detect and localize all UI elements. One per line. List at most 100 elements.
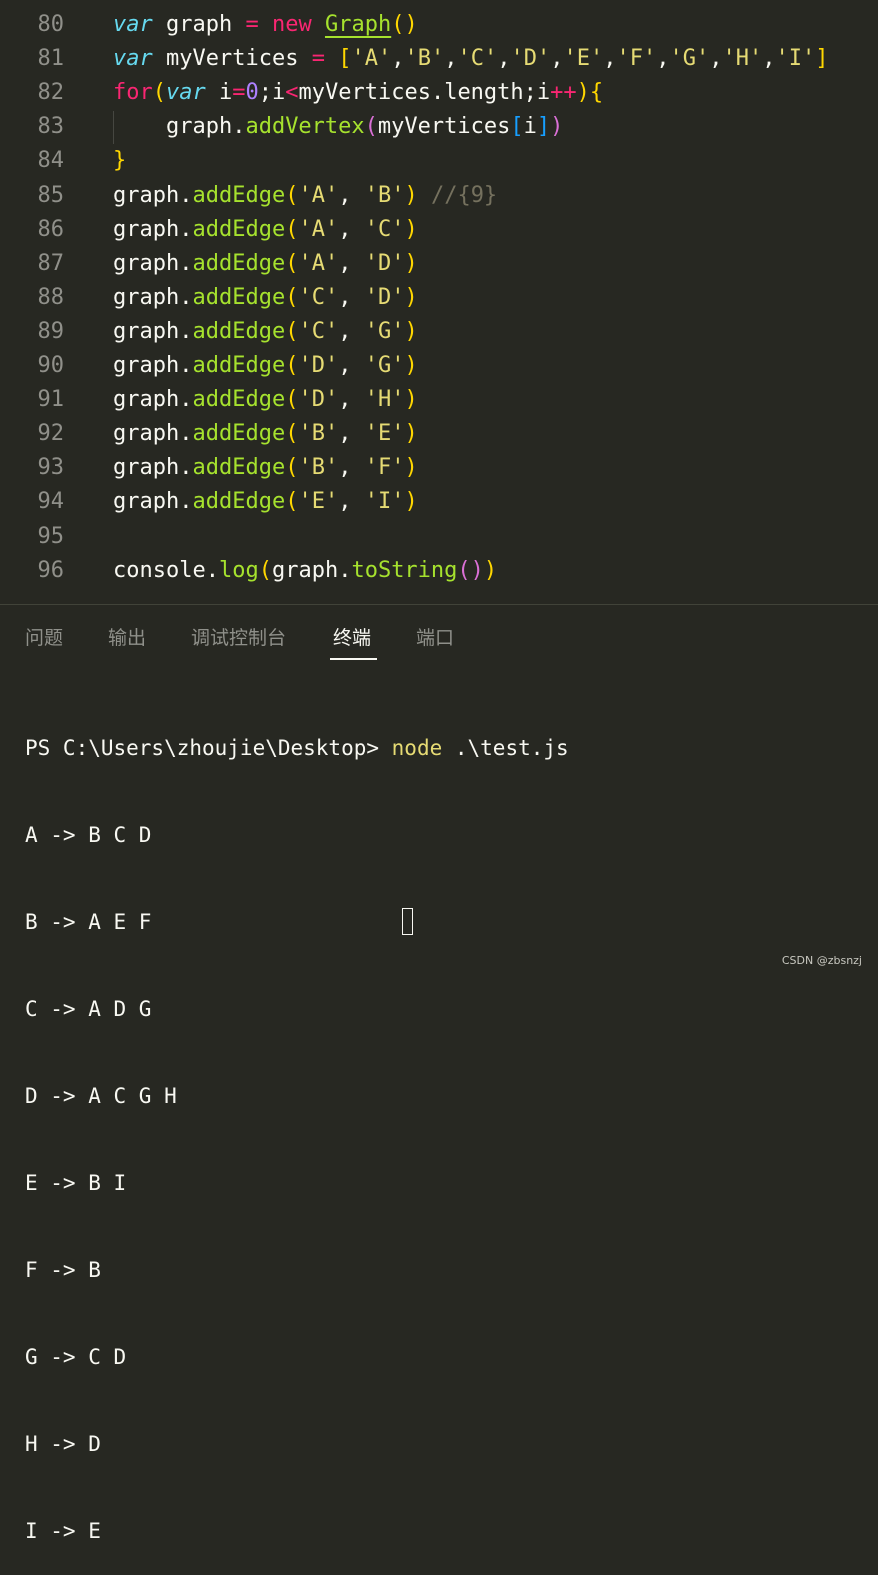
line-number: 82	[37, 80, 65, 106]
code-token: addEdge	[192, 489, 286, 515]
code-line[interactable]: 85 graph.addEdge('A', 'B') //{9}	[0, 179, 878, 213]
code-token: for	[113, 80, 153, 106]
code-token: ]	[815, 46, 829, 72]
code-line[interactable]: 80 var graph = new Graph()	[0, 8, 878, 42]
tab-terminal[interactable]: 终端	[333, 623, 371, 650]
code-line[interactable]: 81 var myVertices = ['A','B','C','D','E',…	[0, 42, 878, 76]
code-token: graph.	[113, 318, 193, 344]
code-token: console.	[113, 557, 219, 583]
code-token: ,	[338, 216, 365, 242]
terminal-output-line: H -> D	[25, 1432, 101, 1456]
code-line[interactable]: 87 graph.addEdge('A', 'D')	[0, 247, 878, 281]
line-number: 92	[37, 421, 65, 447]
code-token: addEdge	[192, 455, 286, 481]
code-token: 'B'	[298, 455, 339, 481]
code-token: 'D'	[364, 284, 405, 310]
code-token: graph.	[271, 557, 352, 583]
code-token: {	[589, 80, 604, 106]
code-token: 'A'	[351, 46, 392, 72]
code-token: ,	[709, 46, 723, 72]
code-token: (	[285, 489, 299, 515]
code-token: addEdge	[192, 250, 286, 276]
code-token: ,	[338, 284, 365, 310]
tab-output[interactable]: 输出	[108, 623, 146, 650]
code-token: (	[364, 114, 378, 140]
code-token: ,	[391, 46, 405, 72]
code-token: 'B'	[404, 46, 445, 72]
line-number: 81	[37, 46, 65, 72]
code-text: var myVertices = ['A','B','C','D','E','F…	[113, 42, 828, 76]
code-text: graph.addEdge('A', 'B') //{9}	[113, 179, 497, 213]
code-token: (	[285, 216, 299, 242]
code-token: addEdge	[192, 318, 286, 344]
code-line[interactable]: 82 for(var i=0;i<myVertices.length;i++){	[0, 76, 878, 110]
terminal-args: .\test.js	[442, 736, 569, 760]
line-number: 88	[37, 284, 65, 310]
code-token: [	[338, 46, 352, 72]
code-line[interactable]: 96 console.log(graph.toString())	[0, 554, 878, 588]
tab-ports[interactable]: 端口	[416, 623, 454, 650]
code-token: 'C'	[298, 318, 339, 344]
code-token: graph.	[113, 216, 193, 242]
code-token: 'D'	[298, 387, 339, 413]
code-token: 'D'	[298, 353, 339, 378]
code-text: graph.addEdge('D', 'G')	[113, 349, 418, 383]
line-number: 94	[37, 489, 65, 515]
code-line[interactable]: 92 graph.addEdge('B', 'E')	[0, 417, 878, 451]
code-token: 'C'	[298, 284, 339, 310]
code-line[interactable]: 84}	[0, 144, 878, 178]
code-token: ,	[444, 46, 458, 72]
code-token: Graph	[324, 12, 392, 37]
code-text: console.log(graph.toString())	[113, 554, 497, 588]
code-token: [	[510, 114, 524, 140]
code-token: graph	[152, 12, 246, 37]
code-line[interactable]: 94 graph.addEdge('E', 'I')	[0, 485, 878, 519]
code-text: graph.addVertex(myVertices[i])	[113, 110, 563, 144]
code-line[interactable]: 89 graph.addEdge('C', 'G')	[0, 315, 878, 349]
code-token: 'H'	[364, 387, 405, 413]
code-line[interactable]: 95	[0, 520, 878, 554]
line-number: 84	[37, 148, 65, 174]
code-text: graph.addEdge('B', 'F')	[113, 451, 418, 485]
tab-problems[interactable]: 问题	[25, 623, 63, 650]
code-line[interactable]: 86 graph.addEdge('A', 'C')	[0, 213, 878, 247]
code-token: 'H'	[722, 46, 763, 72]
code-line[interactable]: 93 graph.addEdge('B', 'F')	[0, 451, 878, 485]
code-token: (	[285, 284, 299, 310]
code-text: graph.addEdge('E', 'I')	[113, 485, 418, 519]
code-token: graph.	[113, 421, 193, 447]
code-token: =	[232, 80, 246, 106]
code-token: 'I'	[364, 489, 405, 515]
code-line[interactable]: 91 graph.addEdge('D', 'H')	[0, 383, 878, 417]
code-token: i	[523, 114, 537, 140]
code-token: log	[218, 557, 259, 583]
code-token: myVertices	[377, 114, 511, 140]
terminal-cursor	[402, 908, 413, 935]
code-line[interactable]: 90 graph.addEdge('D', 'G')	[0, 349, 878, 383]
code-token: (	[285, 182, 299, 208]
terminal-output[interactable]: PS C:\Users\zhoujie\Desktop> node .\test…	[25, 676, 569, 1575]
code-token: 'I'	[775, 46, 816, 72]
terminal-output-line: I -> E	[25, 1519, 101, 1543]
code-token: (	[285, 387, 299, 413]
code-token: 'E'	[364, 421, 405, 447]
code-token: graph.	[113, 182, 193, 208]
code-editor[interactable]: 80 var graph = new Graph() 81 var myVertice…	[0, 0, 878, 604]
terminal-output-line: F -> B	[25, 1258, 101, 1282]
code-token: ,	[338, 353, 365, 378]
code-token: )	[404, 387, 418, 413]
code-token: (	[285, 318, 299, 344]
terminal-output-line: D -> A C G H	[25, 1084, 177, 1108]
code-token: graph.	[113, 284, 193, 310]
code-token: ]	[536, 114, 551, 140]
code-token: <	[285, 80, 299, 106]
line-number: 90	[37, 353, 65, 378]
code-text: graph.addEdge('A', 'D')	[113, 247, 418, 281]
tab-debug-console[interactable]: 调试控制台	[191, 623, 286, 650]
code-token: graph.	[113, 250, 193, 276]
code-line[interactable]: 83 graph.addVertex(myVertices[i])	[0, 110, 878, 144]
code-line[interactable]: 88 graph.addEdge('C', 'D')	[0, 281, 878, 315]
